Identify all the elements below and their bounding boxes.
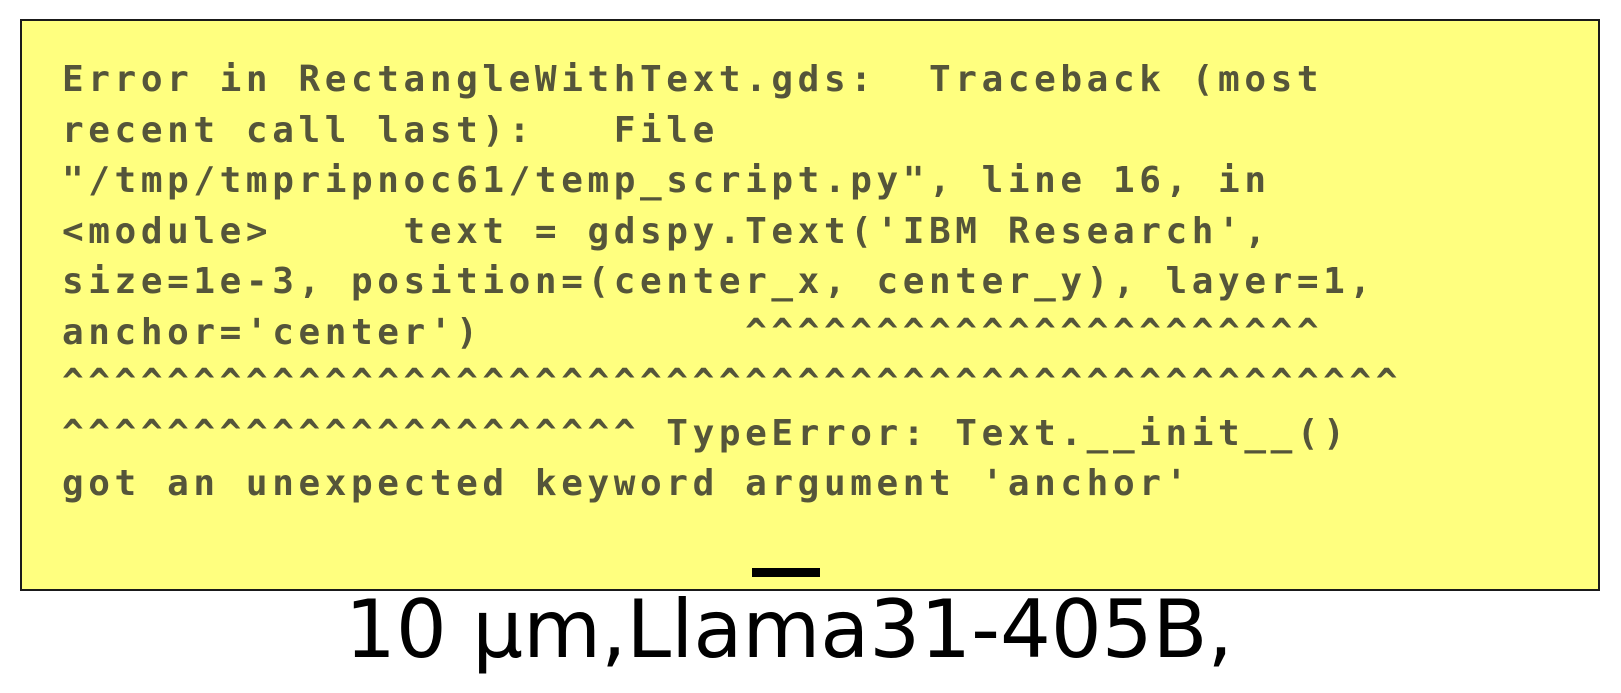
error-line: <module> text = gdspy.Text('IBM Research… bbox=[62, 210, 1271, 252]
figure-canvas: Error in RectangleWithText.gds: Tracebac… bbox=[0, 0, 1621, 693]
error-line: got an unexpected keyword argument 'anch… bbox=[62, 463, 1192, 504]
error-line: anchor='center') ^^^^^^^^^^^^^^^^^^^^^^ bbox=[62, 311, 1324, 353]
error-line: ^^^^^^^^^^^^^^^^^^^^^^^^^^^^^^^^^^^^^^^^… bbox=[62, 362, 1402, 403]
error-line: size=1e-3, position=(center_x, center_y)… bbox=[62, 261, 1376, 302]
error-line: ^^^^^^^^^^^^^^^^^^^^^^ TypeError: Text._… bbox=[62, 412, 1350, 454]
error-traceback-text: Error in RectangleWithText.gds: Tracebac… bbox=[62, 55, 1552, 510]
figure-caption: 10 μm,Llama31-405B, bbox=[345, 583, 1233, 676]
scale-bar bbox=[752, 568, 820, 577]
error-line: recent call last): File bbox=[62, 109, 719, 151]
error-line: Error in RectangleWithText.gds: Tracebac… bbox=[62, 59, 1324, 100]
error-line: "/tmp/tmpripnoc61/temp_script.py", line … bbox=[62, 160, 1271, 201]
